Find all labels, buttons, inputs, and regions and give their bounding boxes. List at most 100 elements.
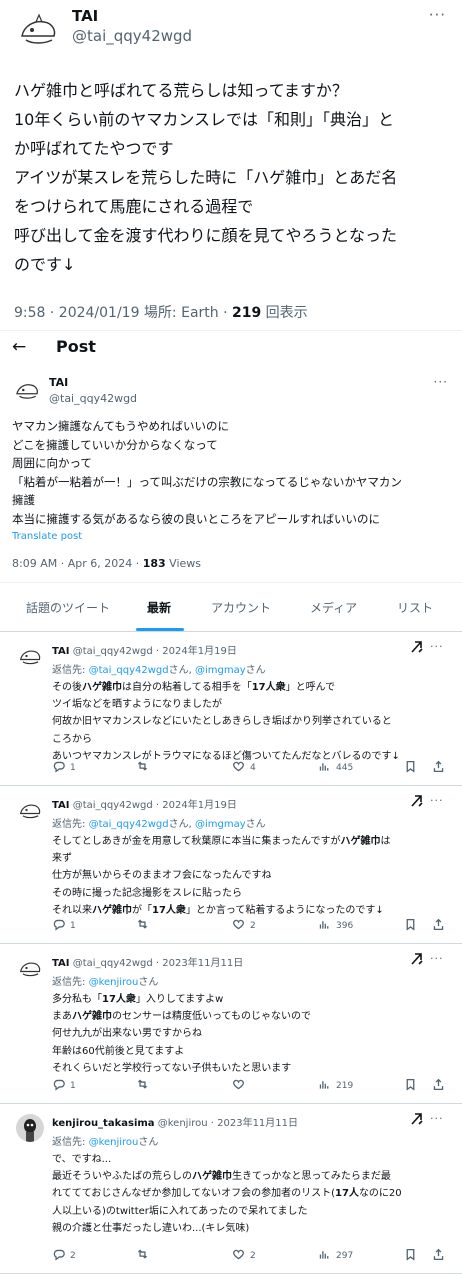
share-button[interactable] [432, 918, 445, 934]
reply-line: そしてとしあきが金を用意して秋葉原に本当に集まったんですがハゲ雑巾は [52, 833, 452, 850]
like-button[interactable]: 4 [232, 760, 256, 776]
like-button[interactable] [232, 1078, 250, 1094]
reply-line: まあハゲ雑巾のセンサーは精度低いってものじゃないので [52, 1008, 452, 1025]
reply-avatar[interactable] [16, 1114, 44, 1142]
reply-author-handle[interactable]: @tai_qqy42wgd [73, 800, 153, 811]
reply-tweet[interactable]: TAI @tai_qqy42wgd · 2024年1月19日 ··· 返信先: @t… [0, 786, 462, 944]
reply-to-mention[interactable]: @imgmay [195, 819, 246, 830]
reply-to-mention[interactable]: @tai_qqy42wgd [89, 665, 169, 676]
reply-to-mention[interactable]: @imgmay [195, 665, 246, 676]
retweet-button[interactable] [136, 918, 154, 934]
reply-date[interactable]: 2023年11月11日 [217, 1118, 298, 1129]
translate-post-link[interactable]: Translate post [12, 531, 82, 542]
reply-tweet[interactable]: TAI @tai_qqy42wgd · 2023年11月11日 ··· 返信先: @… [0, 944, 462, 1104]
reply-header: kenjirou_takasima @kenjirou · 2023年11月11… [52, 1114, 298, 1129]
more-options-icon[interactable]: ··· [430, 952, 444, 965]
tab-media[interactable]: メディア [310, 599, 357, 616]
reply-line: 最近そういやふたばの荒らしのハゲ雑巾生きてっかなと思ってみたらまだ最 [52, 1168, 452, 1185]
reply-tweet[interactable]: TAI @tai_qqy42wgd · 2024年1月19日 ··· 返信先: @t… [0, 632, 462, 786]
reply-keyword: ハゲ雑巾 [340, 836, 381, 847]
reply-author-name[interactable]: TAI [52, 646, 70, 657]
grok-icon[interactable] [410, 794, 424, 812]
author-avatar[interactable] [14, 6, 62, 54]
more-options-icon[interactable]: ··· [434, 375, 448, 389]
more-options-icon[interactable]: ··· [430, 1112, 444, 1125]
reply-text-segment: 人以上いる)のtwitter垢に入れてあったので呆れてました [52, 1205, 308, 1217]
share-button[interactable] [432, 1248, 445, 1264]
reply-to-mention[interactable]: @kenjirou [89, 1137, 139, 1148]
reply-header: TAI @tai_qqy42wgd · 2024年1月19日 [52, 642, 237, 657]
more-options-icon[interactable]: ··· [430, 640, 444, 653]
bookmark-button[interactable] [404, 1078, 417, 1094]
tab-top[interactable]: 話題のツイート [26, 599, 110, 616]
reply-author-handle[interactable]: @kenjirou [158, 1118, 208, 1129]
retweet-button[interactable] [136, 1248, 154, 1264]
quoted-view-label: Views [165, 557, 202, 570]
reply-line: ころから [52, 731, 452, 748]
author-handle[interactable]: @tai_qqy42wgd [72, 27, 192, 45]
reply-author-handle[interactable]: @tai_qqy42wgd [73, 958, 153, 969]
reply-text-segment: 生きてっかなと思ってみたらまだ最 [232, 1171, 391, 1183]
reply-date[interactable]: 2024年1月19日 [162, 800, 237, 811]
retweet-button[interactable] [136, 760, 154, 776]
reply-date[interactable]: 2024年1月19日 [162, 646, 237, 657]
reply-icon [52, 760, 65, 776]
reply-actions: 1 2 396 [52, 918, 444, 934]
reply-author-handle[interactable]: @tai_qqy42wgd [73, 646, 153, 657]
more-options-icon[interactable]: ··· [429, 6, 446, 24]
reply-button[interactable]: 1 [52, 918, 76, 934]
more-options-icon[interactable]: ··· [430, 794, 444, 807]
view-label: 回表示 [261, 305, 308, 321]
grok-icon[interactable] [410, 640, 424, 658]
like-button[interactable]: 2 [232, 1248, 256, 1264]
quoted-author-name[interactable]: TAI [49, 376, 68, 389]
grok-icon[interactable] [410, 1112, 424, 1130]
reply-text-segment: まあ [52, 1011, 72, 1023]
views-button[interactable]: 396 [318, 918, 353, 934]
reply-author-name[interactable]: kenjirou_takasima [52, 1118, 155, 1129]
back-arrow-icon[interactable]: ← [12, 337, 26, 357]
reply-button[interactable]: 2 [52, 1248, 76, 1264]
quoted-author-handle[interactable]: @tai_qqy42wgd [49, 392, 137, 405]
action-count: 1 [70, 1081, 76, 1091]
reply-to-mention[interactable]: @kenjirou [89, 977, 139, 988]
quoted-timestamp[interactable]: 8:09 AM · Apr 6, 2024 · [12, 557, 143, 570]
reply-button[interactable]: 1 [52, 760, 76, 776]
main-tweet: TAI @tai_qqy42wgd ··· ハゲ雑巾と呼ばれてる荒らしは知ってま… [0, 0, 462, 330]
reply-text: で、ですね... 最近そういやふたばの荒らしのハゲ雑巾生きてっかなと思ってみたらま… [52, 1151, 452, 1237]
reply-author-name[interactable]: TAI [52, 958, 70, 969]
quoted-author-avatar[interactable] [12, 375, 42, 405]
tab-accounts[interactable]: アカウント [211, 599, 271, 616]
reply-avatar[interactable] [16, 642, 44, 670]
tab-latest[interactable]: 最新 [147, 599, 171, 616]
views-button[interactable]: 445 [318, 760, 353, 776]
reply-avatar[interactable] [16, 954, 44, 982]
like-button[interactable]: 2 [232, 918, 256, 934]
reply-to-suffix: さん, [168, 819, 195, 830]
views-icon [318, 1248, 331, 1264]
bookmark-button[interactable] [404, 918, 417, 934]
reply-avatar[interactable] [16, 796, 44, 824]
search-tabs: 話題のツイート 最新 アカウント メディア リスト [0, 582, 462, 632]
reply-tweet[interactable]: kenjirou_takasima @kenjirou · 2023年11月11… [0, 1104, 462, 1274]
quoted-line: 本当に擁護する気があるなら彼の良いところをアピールすればいいのに [12, 511, 380, 526]
share-button[interactable] [432, 760, 445, 776]
bookmark-icon [404, 760, 417, 776]
retweet-button[interactable] [136, 1078, 154, 1094]
share-button[interactable] [432, 1078, 445, 1094]
reply-date[interactable]: 2023年11月11日 [162, 958, 243, 969]
bookmark-button[interactable] [404, 760, 417, 776]
reply-author-name[interactable]: TAI [52, 800, 70, 811]
author-name[interactable]: TAI [72, 7, 98, 25]
grok-icon[interactable] [410, 952, 424, 970]
bookmark-button[interactable] [404, 1248, 417, 1264]
reply-button[interactable]: 1 [52, 1078, 76, 1094]
tweet-timestamp[interactable]: 9:58 · 2024/01/19 場所: Earth · [14, 305, 232, 321]
views-button[interactable]: 219 [318, 1078, 353, 1094]
views-button[interactable]: 297 [318, 1248, 353, 1264]
reply-to-prefix: 返信先: [52, 977, 89, 988]
reply-to-mention[interactable]: @tai_qqy42wgd [89, 819, 169, 830]
reply-text-segment: 何故か旧ヤマカンスレなどにいたとしあきらしき垢ばかり列挙されていると [52, 716, 392, 728]
tab-lists[interactable]: リスト [397, 599, 433, 616]
tweet-line: か呼ばれてたやつです [14, 139, 174, 158]
